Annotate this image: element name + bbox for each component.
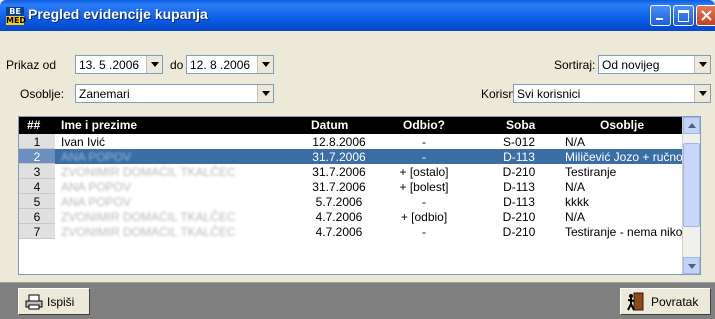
app-logo-top: BE bbox=[6, 7, 24, 16]
vertical-scrollbar[interactable] bbox=[682, 117, 700, 274]
cell-odbio: - bbox=[422, 195, 426, 209]
cell-datum: 5.7.2006 bbox=[315, 195, 363, 209]
cell-soba: S-012 bbox=[502, 135, 536, 149]
cell-name: ZVONIMIR DOMAĆIL TKALČEC bbox=[61, 225, 236, 239]
row-number: 4 bbox=[19, 179, 55, 194]
cell-osoblje: Testiranje bbox=[565, 165, 617, 179]
chevron-down-icon[interactable] bbox=[694, 85, 710, 102]
sortiraj-label: Sortiraj: bbox=[554, 58, 596, 72]
app-logo-bottom: MED bbox=[6, 16, 27, 25]
cell-datum: 31.7.2006 bbox=[312, 150, 366, 164]
date-to-picker[interactable]: 12. 8 .2006 bbox=[186, 55, 274, 74]
cell-name: ANA POPOV bbox=[61, 195, 132, 209]
table-row[interactable]: 1 Ivan Ivić 12.8.2006 - S-012 N/A bbox=[19, 134, 684, 149]
col-header-name[interactable]: Ime i prezime bbox=[61, 118, 137, 132]
cell-soba: D-113 bbox=[503, 195, 535, 209]
bottom-bar: Ispiši Povratak bbox=[0, 282, 715, 319]
row-number: 6 bbox=[19, 209, 55, 224]
back-button[interactable]: Povratak bbox=[620, 288, 711, 315]
col-header-osoblje[interactable]: Osoblje bbox=[600, 118, 644, 132]
close-icon bbox=[701, 10, 712, 21]
cell-osoblje: N/A bbox=[565, 210, 586, 224]
cell-soba: D-210 bbox=[502, 225, 536, 239]
date-to-value: 12. 8 .2006 bbox=[190, 58, 251, 72]
maximize-button[interactable] bbox=[673, 5, 694, 26]
cell-odbio: + [odbio] bbox=[400, 210, 448, 224]
scroll-up-icon[interactable] bbox=[683, 117, 700, 134]
date-from-value: 13. 5 .2006 bbox=[79, 58, 140, 72]
cell-soba: D-113 bbox=[503, 150, 535, 164]
col-header-soba[interactable]: Soba bbox=[506, 118, 535, 132]
row-number: 7 bbox=[19, 224, 55, 239]
col-header-num[interactable]: ## bbox=[27, 118, 40, 132]
chevron-down-icon[interactable] bbox=[257, 85, 273, 102]
cell-odbio: - bbox=[422, 135, 426, 149]
cell-soba: D-210 bbox=[502, 165, 536, 179]
cell-odbio: - bbox=[422, 150, 426, 164]
sort-select-value: Od novijeg bbox=[602, 58, 660, 72]
table-row-selected[interactable]: 2 ANA POPOV 31.7.2006 - D-113 Miličević … bbox=[19, 149, 684, 164]
minimize-icon bbox=[656, 18, 663, 20]
print-button[interactable]: Ispiši bbox=[18, 288, 90, 315]
cell-odbio: + [ostalo] bbox=[399, 165, 449, 179]
col-header-odbio[interactable]: Odbio? bbox=[403, 118, 445, 132]
cell-osoblje: kkkk bbox=[565, 195, 589, 209]
cell-name: ANA POPOV bbox=[61, 180, 132, 194]
table-row[interactable]: 3 ZVONIMIR DOMAĆIL TKALČEC 31.7.2006 + [… bbox=[19, 164, 684, 179]
maximize-icon bbox=[678, 10, 689, 22]
cell-osoblje: N/A bbox=[565, 135, 586, 149]
sort-select[interactable]: Od novijeg bbox=[598, 55, 711, 74]
cell-name: Ivan Ivić bbox=[61, 135, 106, 149]
cell-name: ZVONIMIR DOMAĆIL TKALČEC bbox=[61, 165, 236, 179]
cell-name: ZVONIMIR DOMAĆIL TKALČEC bbox=[61, 210, 236, 224]
cell-datum: 31.7.2006 bbox=[312, 180, 366, 194]
cell-osoblje: Testiranje - nema nikog z bbox=[565, 225, 683, 239]
app-logo-icon: BE MED bbox=[6, 7, 27, 25]
korisnik-select[interactable]: Svi korisnici bbox=[513, 84, 711, 103]
chevron-down-icon[interactable] bbox=[694, 56, 710, 73]
prikaz-od-label: Prikaz od bbox=[6, 58, 57, 72]
grid-header: ## Ime i prezime Datum Odbio? Soba Osobl… bbox=[19, 117, 684, 134]
osoblje-select[interactable]: Zanemari bbox=[75, 84, 274, 103]
close-button[interactable] bbox=[696, 5, 715, 26]
table-row[interactable]: 6 ZVONIMIR DOMAĆIL TKALČEC 4.7.2006 + [o… bbox=[19, 209, 684, 224]
cell-name: ANA POPOV bbox=[61, 150, 132, 164]
table-row[interactable]: 4 ANA POPOV 31.7.2006 + [bolest] D-113 N… bbox=[19, 179, 684, 194]
back-button-label: Povratak bbox=[651, 295, 699, 309]
minimize-button[interactable] bbox=[650, 5, 671, 26]
row-number: 1 bbox=[19, 134, 55, 149]
date-from-picker[interactable]: 13. 5 .2006 bbox=[75, 55, 163, 74]
scroll-down-icon[interactable] bbox=[683, 257, 700, 274]
korisnik-select-value: Svi korisnici bbox=[517, 87, 581, 101]
cell-osoblje: N/A bbox=[565, 180, 586, 194]
col-header-datum[interactable]: Datum bbox=[311, 118, 348, 132]
osoblje-label: Osoblje: bbox=[20, 87, 65, 101]
osoblje-select-value: Zanemari bbox=[79, 87, 130, 101]
table-row[interactable]: 7 ZVONIMIR DOMAĆIL TKALČEC 4.7.2006 - D-… bbox=[19, 224, 684, 239]
chevron-down-icon[interactable] bbox=[146, 56, 162, 73]
cell-odbio: + [bolest] bbox=[399, 180, 449, 194]
row-number: 3 bbox=[19, 164, 55, 179]
cell-soba: D-113 bbox=[503, 180, 535, 194]
cell-datum: 4.7.2006 bbox=[315, 225, 363, 239]
printer-icon bbox=[25, 294, 43, 310]
row-number: 2 bbox=[19, 149, 55, 164]
print-button-label: Ispiši bbox=[47, 295, 75, 309]
row-number: 5 bbox=[19, 194, 55, 209]
do-label: do bbox=[170, 58, 184, 72]
main-window: BE MED Pregled evidencije kupanja Prikaz… bbox=[0, 0, 715, 319]
cell-odbio: - bbox=[422, 225, 426, 239]
cell-soba: D-210 bbox=[502, 210, 536, 224]
scroll-thumb[interactable] bbox=[683, 143, 700, 227]
table-row[interactable]: 5 ANA POPOV 5.7.2006 - D-113 kkkk bbox=[19, 194, 684, 209]
title-bar[interactable]: BE MED Pregled evidencije kupanja bbox=[0, 0, 715, 31]
cell-osoblje: Miličević Jozo + ručno doz bbox=[565, 150, 683, 164]
cell-datum: 4.7.2006 bbox=[315, 210, 363, 224]
records-grid[interactable]: ## Ime i prezime Datum Odbio? Soba Osobl… bbox=[18, 116, 701, 275]
window-title: Pregled evidencije kupanja bbox=[28, 6, 208, 22]
exit-door-icon bbox=[627, 292, 644, 311]
cell-datum: 12.8.2006 bbox=[312, 135, 366, 149]
chevron-down-icon[interactable] bbox=[257, 56, 273, 73]
cell-datum: 31.7.2006 bbox=[312, 165, 366, 179]
